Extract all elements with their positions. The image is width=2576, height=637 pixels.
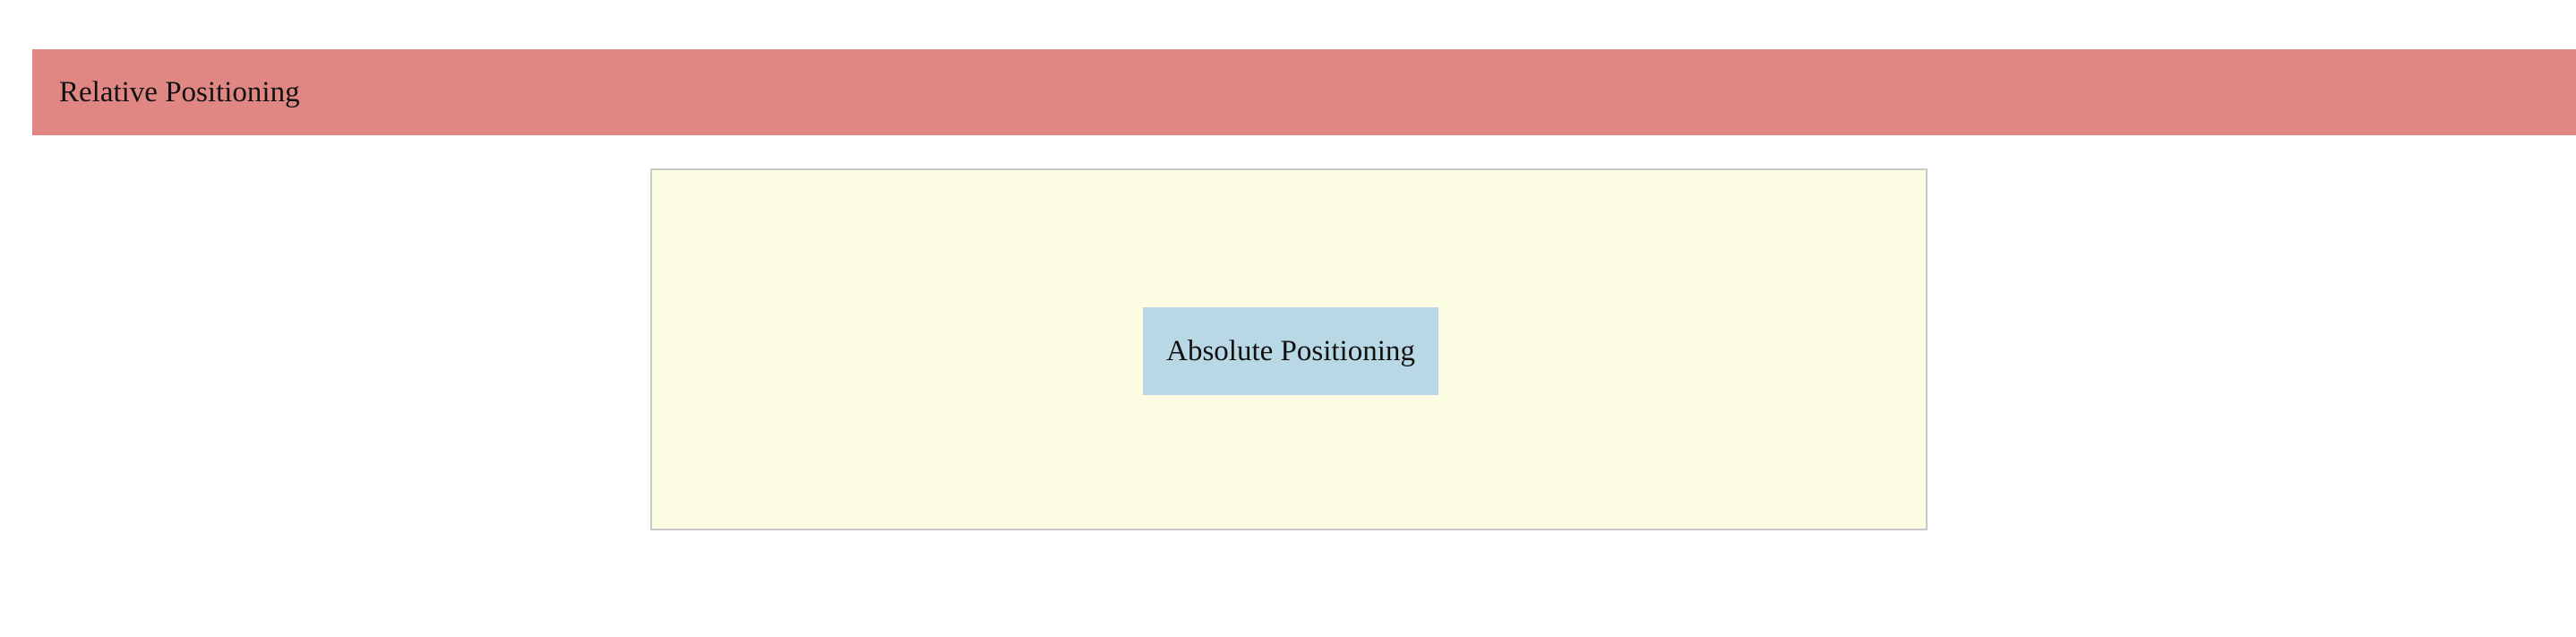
absolute-positioning-label: Absolute Positioning — [1166, 334, 1415, 367]
relative-positioning-label: Relative Positioning — [59, 75, 300, 108]
relative-positioning-box: Relative Positioning — [32, 49, 2576, 135]
positioning-container: Absolute Positioning — [650, 168, 1928, 530]
absolute-positioning-box: Absolute Positioning — [1143, 307, 1438, 395]
